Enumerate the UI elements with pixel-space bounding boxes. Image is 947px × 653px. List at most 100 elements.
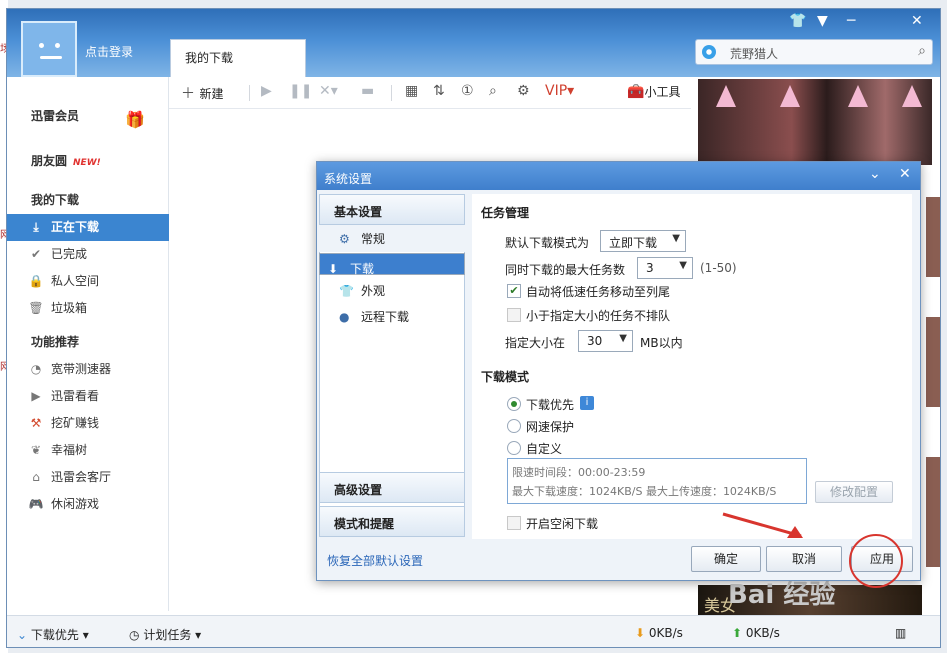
task-management-title: 任务管理 <box>481 206 530 220</box>
minimize-icon[interactable]: ─ <box>847 13 855 29</box>
toolbox-icon: 🧰 <box>627 84 645 100</box>
idle-download-checkbox[interactable] <box>507 516 521 530</box>
no-queue-checkbox[interactable] <box>507 308 521 322</box>
sidebar-item-downloading[interactable]: ⤓ 正在下载 <box>7 214 169 241</box>
plus-icon: ＋ <box>181 86 195 102</box>
no-queue-label: 小于指定大小的任务不排队 <box>526 309 671 323</box>
max-tasks-range: (1-50) <box>700 261 737 275</box>
home-icon: ⌂ <box>32 470 40 484</box>
sort-icon[interactable]: ⇅ <box>433 83 445 99</box>
nav-basic-settings[interactable]: 基本设置 <box>319 194 465 225</box>
sidebar-item-private-space[interactable]: 🔒 私人空间 <box>7 268 169 295</box>
sidebar-item-vip[interactable]: 迅雷会员 🎁 <box>7 103 169 130</box>
nav-mode-and-alerts[interactable]: 模式和提醒 <box>319 506 465 537</box>
video-icon: ▶ <box>31 389 41 403</box>
login-link[interactable]: 点击登录 <box>85 43 133 60</box>
download-priority-menu[interactable]: ⌄ 下载优先 ▾ <box>17 626 89 643</box>
chevron-down-circle-icon: ⌄ <box>17 628 28 642</box>
toolbar: ＋ 新建 ▶ ❚❚ ✕▾ ▬ ▦ ⇅ ① ⌕ ⚙ VIP▾ 🧰小工具 <box>169 77 691 109</box>
nav-item-download[interactable]: ⬇ 下载 <box>319 253 465 276</box>
nav-item-appearance[interactable]: 👕 外观 <box>319 279 465 303</box>
pause-icon[interactable]: ❚❚ <box>289 83 312 99</box>
network-protection-label: 网速保护 <box>526 420 575 434</box>
sidebar: 迅雷会员 🎁 朋友圆 NEW! 我的下载 ⤓ 正在下载 ✔ 已完成 🔒 私人空间 🗑 垃圾… <box>7 77 169 611</box>
skin-icon[interactable]: 👕 <box>789 13 806 29</box>
lock-icon: 🔒 <box>28 274 44 288</box>
status-bar: ⌄ 下载优先 ▾ ◷ 计划任务 ▾ ⬇ 0KB/s ⬆ 0KB/s ▥ <box>7 615 940 647</box>
dialog-title: 系统设置 <box>317 162 920 190</box>
size-select[interactable]: 30 ▼ <box>578 330 633 352</box>
section-features: 功能推荐 <box>31 335 80 349</box>
download-mode-title: 下载模式 <box>481 370 530 384</box>
radio-custom[interactable] <box>507 441 521 455</box>
chevron-down-icon: ▼ <box>672 233 680 244</box>
default-mode-select[interactable]: 立即下载 ▼ <box>600 230 686 252</box>
upload-speed: ⬆ 0KB/s <box>732 626 780 640</box>
dialog-close-icon[interactable]: ✕ <box>899 166 911 182</box>
upload-arrow-icon: ⬆ <box>732 626 743 640</box>
search-task-icon[interactable]: ⌕ <box>489 83 497 99</box>
section-my-downloads: 我的下载 <box>31 193 80 207</box>
size-label: 指定大小在 <box>505 336 566 350</box>
auto-move-label: 自动将低速任务移动至列尾 <box>526 285 671 299</box>
sidebar-item-kankan[interactable]: ▶ 迅雷看看 <box>7 383 169 410</box>
sidebar-item-lounge[interactable]: ⌂ 迅雷会客厅 <box>7 464 169 491</box>
settings-dialog: 系统设置 ⌄ ✕ 基本设置 ⚙ 常规 ⬇ 下载 👕 外观 ● 远程下载 高级设置 模式和… <box>316 161 921 588</box>
sidebar-item-speed-test[interactable]: ◔ 宽带测速器 <box>7 356 169 383</box>
nav-item-remote-download[interactable]: ● 远程下载 <box>319 305 465 329</box>
single-task-icon[interactable]: ① <box>461 83 474 99</box>
dialog-minimize-icon[interactable]: ⌄ <box>869 166 881 182</box>
search-logo-icon <box>702 45 716 59</box>
search-icon[interactable]: ⌕ <box>918 43 926 59</box>
restore-defaults-link[interactable]: 恢复全部默认设置 <box>327 552 423 569</box>
check-icon: ✔ <box>30 247 42 261</box>
sidebar-item-games[interactable]: 🎮 休闲游戏 <box>7 491 169 518</box>
sidebar-item-mining[interactable]: ⚒ 挖矿赚钱 <box>7 410 169 437</box>
max-tasks-select[interactable]: 3 ▼ <box>637 257 693 279</box>
shirt-icon: 👕 <box>339 284 354 298</box>
chevron-down-icon: ▼ <box>679 260 687 271</box>
scheduled-tasks-menu[interactable]: ◷ 计划任务 ▾ <box>129 626 201 643</box>
tab-my-downloads[interactable]: 我的下载 <box>170 39 306 77</box>
search-input[interactable]: 荒野猎人 <box>730 45 778 62</box>
info-icon[interactable]: i <box>580 396 594 410</box>
delete-icon[interactable]: ✕▾ <box>319 83 338 99</box>
radio-network-protection[interactable] <box>507 419 521 433</box>
chevron-down-icon: ▼ <box>619 333 627 344</box>
gift-icon[interactable]: 🎁 <box>125 106 145 133</box>
nav-item-general[interactable]: ⚙ 常规 <box>319 227 465 251</box>
ad-image[interactable] <box>698 79 932 165</box>
max-tasks-label: 同时下载的最大任务数 <box>505 263 626 277</box>
settings-gear-icon[interactable]: ⚙ <box>517 83 530 99</box>
radio-download-priority[interactable] <box>507 397 521 411</box>
clock-icon: ◷ <box>129 628 140 642</box>
download-speed: ⬇ 0KB/s <box>635 626 683 640</box>
download-icon: ⤓ <box>33 220 39 234</box>
leaf-icon: ❦ <box>30 443 42 457</box>
folder-icon[interactable]: ▬ <box>361 83 374 99</box>
speed-limit-info: 限速时间段：00:00-23:59 最大下载速度：1024KB/S 最大上传速度… <box>507 458 807 504</box>
sidebar-item-completed[interactable]: ✔ 已完成 <box>7 241 169 268</box>
search-box[interactable]: 荒野猎人 ⌕ <box>695 39 933 65</box>
sidebar-item-happy-tree[interactable]: ❦ 幸福树 <box>7 437 169 464</box>
nav-advanced-settings[interactable]: 高级设置 <box>319 472 465 503</box>
new-task-button[interactable]: ＋ 新建 <box>181 83 223 103</box>
remote-icon: ● <box>339 310 350 324</box>
new-badge: NEW! <box>73 158 101 168</box>
menu-icon[interactable]: ▼ <box>817 13 828 29</box>
close-icon[interactable]: ✕ <box>911 13 923 29</box>
start-icon[interactable]: ▶ <box>261 83 272 99</box>
edit-config-button[interactable]: 修改配置 <box>815 481 893 503</box>
sidebar-item-trash[interactable]: 🗑 垃圾箱 <box>7 295 169 322</box>
default-mode-label: 默认下载模式为 <box>505 236 590 250</box>
auto-move-checkbox[interactable]: ✔ <box>507 284 521 298</box>
app-header: 点击登录 我的下载 👕 ▼ ─ ✕ 荒野猎人 ⌕ <box>7 9 940 77</box>
sidebar-item-friends[interactable]: 朋友圆 NEW! <box>7 148 169 175</box>
grid-view-icon[interactable]: ▦ <box>405 83 418 99</box>
avatar[interactable] <box>21 21 77 77</box>
tools-button[interactable]: 🧰小工具 <box>627 83 680 100</box>
panel-toggle-icon[interactable]: ▥ <box>895 626 906 640</box>
trash-icon: 🗑 <box>28 301 44 315</box>
vip-icon[interactable]: VIP▾ <box>545 83 574 99</box>
mining-icon: ⚒ <box>30 416 42 430</box>
